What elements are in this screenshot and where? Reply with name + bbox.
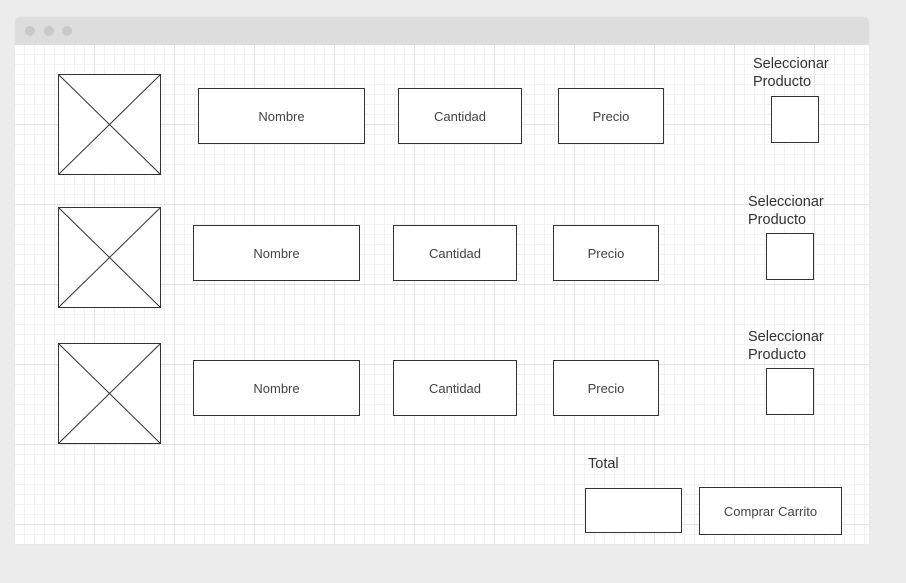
product-image-placeholder: [58, 74, 161, 175]
product-image-placeholder: [58, 207, 161, 308]
total-label: Total: [588, 456, 619, 472]
product-price-field[interactable]: Precio: [553, 225, 659, 281]
select-label-line1: Seleccionar: [748, 329, 824, 345]
image-placeholder-icon: [59, 344, 160, 443]
product-name-field[interactable]: Nombre: [193, 360, 360, 416]
product-price-field[interactable]: Precio: [553, 360, 659, 416]
product-name-field[interactable]: Nombre: [193, 225, 360, 281]
image-placeholder-icon: [59, 75, 160, 174]
window-titlebar: [15, 17, 869, 45]
product-name-field[interactable]: Nombre: [198, 88, 365, 144]
buy-cart-button[interactable]: Comprar Carrito: [699, 487, 842, 535]
product-image-placeholder: [58, 343, 161, 444]
total-value-box: [585, 488, 682, 533]
select-product-checkbox[interactable]: [766, 368, 814, 415]
image-placeholder-icon: [59, 208, 160, 307]
select-product-label: Seleccionar Producto: [753, 55, 853, 91]
product-price-field[interactable]: Precio: [558, 88, 664, 144]
select-product-checkbox[interactable]: [771, 96, 819, 143]
product-quantity-field[interactable]: Cantidad: [398, 88, 522, 144]
select-product-checkbox[interactable]: [766, 233, 814, 280]
window-maximize-dot[interactable]: [62, 26, 72, 36]
select-label-line2: Producto: [748, 212, 807, 228]
select-label-line2: Producto: [753, 74, 812, 90]
product-quantity-field[interactable]: Cantidad: [393, 360, 517, 416]
select-label-line2: Producto: [748, 347, 807, 363]
window-minimize-dot[interactable]: [44, 26, 54, 36]
window-close-dot[interactable]: [25, 26, 35, 36]
product-quantity-field[interactable]: Cantidad: [393, 225, 517, 281]
select-label-line1: Seleccionar: [753, 56, 829, 72]
select-label-line1: Seleccionar: [748, 194, 824, 210]
select-product-label: Seleccionar Producto: [748, 328, 848, 364]
select-product-label: Seleccionar Producto: [748, 193, 848, 229]
